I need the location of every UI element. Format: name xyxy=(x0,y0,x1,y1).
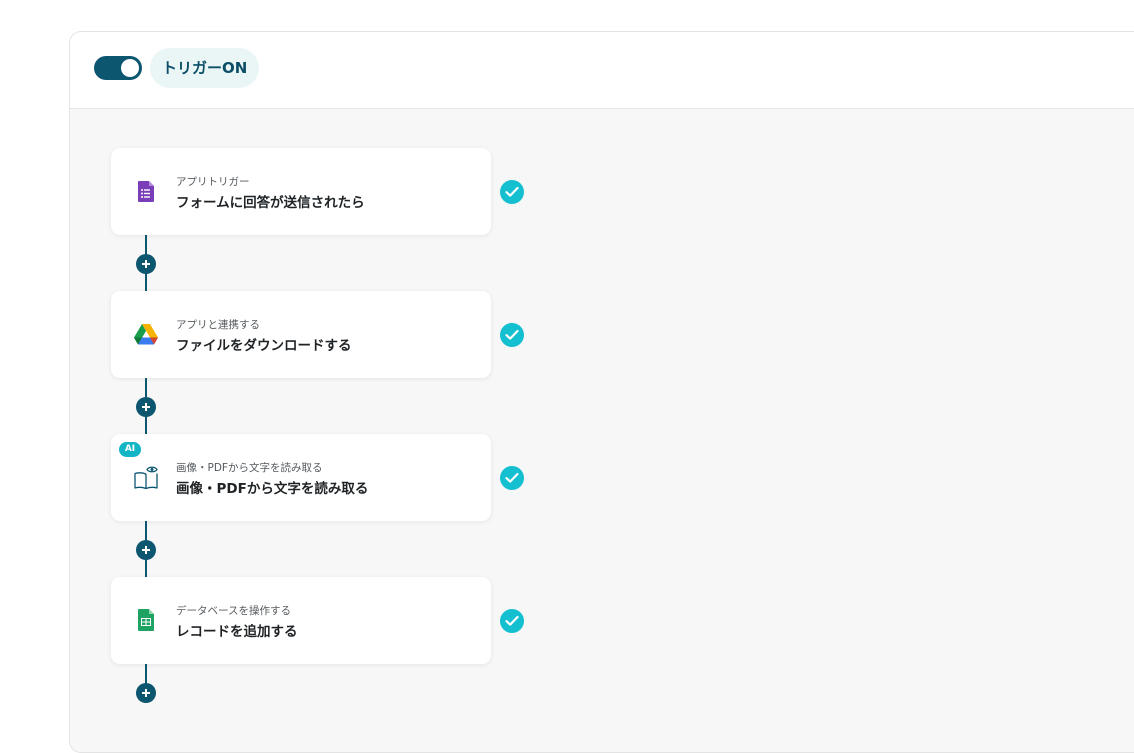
ocr-book-icon xyxy=(133,464,159,490)
step-subtitle: データベースを操作する xyxy=(176,605,291,617)
add-step-button[interactable] xyxy=(136,683,156,703)
panel-header: トリガーON xyxy=(70,32,1134,109)
flow-panel: トリガーON アプリトリガー フォームに回答が送信されたら アプリと連携する フ… xyxy=(69,31,1134,753)
step-complete-check-icon xyxy=(500,323,524,347)
step-card-sheets-add-record[interactable]: データベースを操作する レコードを追加する xyxy=(111,577,491,664)
step-title: フォームに回答が送信されたら xyxy=(176,195,365,211)
step-complete-check-icon xyxy=(500,466,524,490)
trigger-status-label: トリガーON xyxy=(150,48,260,88)
google-sheets-icon xyxy=(133,607,159,633)
step-subtitle: 画像・PDFから文字を読み取る xyxy=(176,462,323,474)
step-subtitle: アプリと連携する xyxy=(176,319,260,331)
step-title: ファイルをダウンロードする xyxy=(176,338,352,354)
step-card-ocr[interactable]: AI 画像・PDFから文字を読み取る 画像・PDFから文字を読み取る xyxy=(111,434,491,521)
step-complete-check-icon xyxy=(500,180,524,204)
step-subtitle: アプリトリガー xyxy=(176,176,250,188)
step-title: レコードを追加する xyxy=(176,624,298,640)
google-drive-icon xyxy=(133,321,159,347)
add-step-button[interactable] xyxy=(136,397,156,417)
trigger-toggle[interactable] xyxy=(94,56,142,80)
step-card-form-trigger[interactable]: アプリトリガー フォームに回答が送信されたら xyxy=(111,148,491,235)
flow-canvas: アプリトリガー フォームに回答が送信されたら アプリと連携する ファイルをダウン… xyxy=(70,109,1134,752)
ai-badge: AI xyxy=(119,442,141,457)
step-card-drive-download[interactable]: アプリと連携する ファイルをダウンロードする xyxy=(111,291,491,378)
add-step-button[interactable] xyxy=(136,540,156,560)
step-complete-check-icon xyxy=(500,609,524,633)
step-title: 画像・PDFから文字を読み取る xyxy=(176,481,369,497)
toggle-knob xyxy=(121,59,139,77)
add-step-button[interactable] xyxy=(136,254,156,274)
google-forms-icon xyxy=(133,178,159,204)
